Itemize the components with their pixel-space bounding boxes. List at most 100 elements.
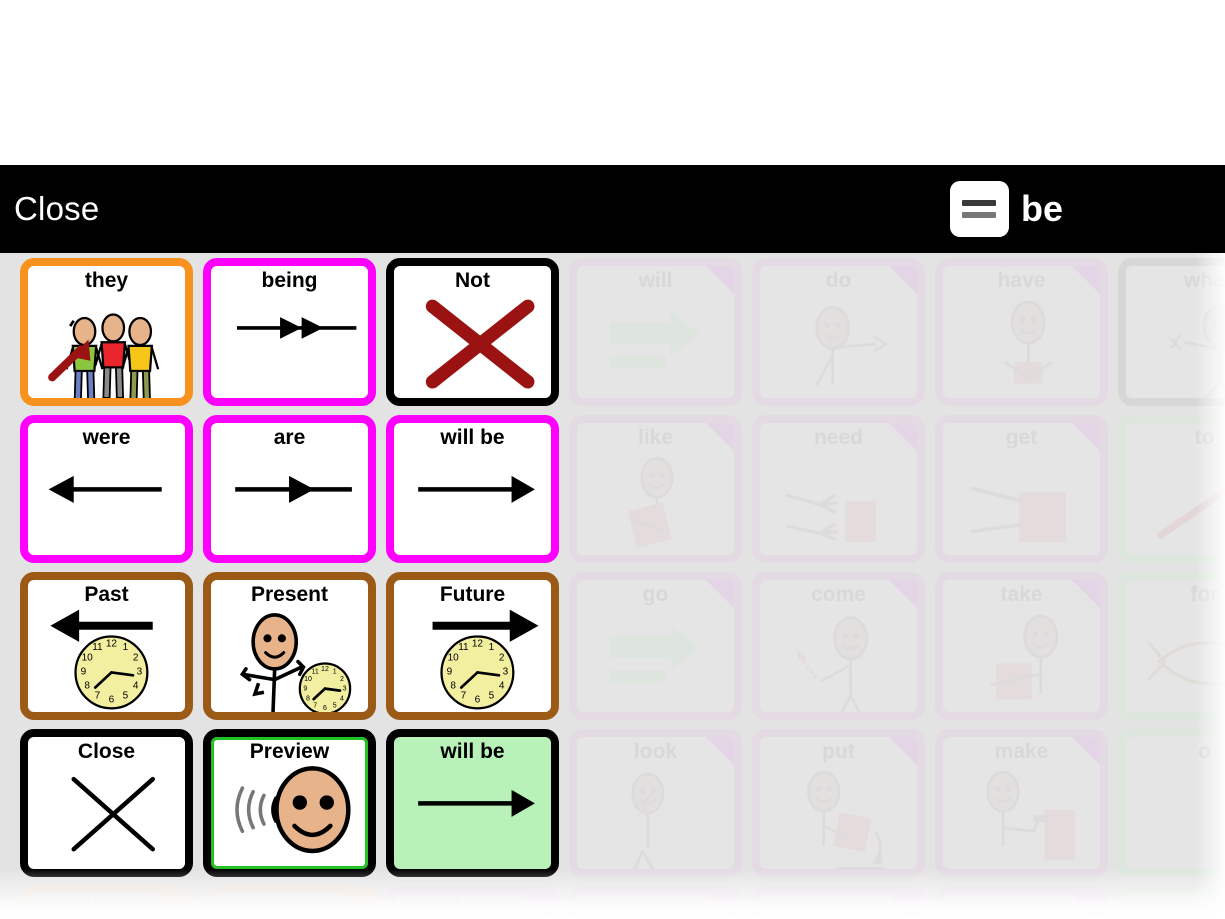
symbol-cell-for: for [1118,572,1225,720]
symbol-label: think [447,897,498,919]
symbol-label: they [84,897,129,919]
symbol-grid: they being Not will do have wha were are wil… [20,258,1225,919]
symbol-cell-put: put [752,729,925,877]
svg-text:8: 8 [306,695,310,702]
svg-text:10: 10 [448,652,460,663]
symbol-label: need [813,426,863,449]
folded-corner-icon [156,894,185,919]
svg-text:7: 7 [95,691,101,702]
symbol-pictogram-figure-taking [943,606,1100,712]
symbol-cell-will: will [569,258,742,406]
folded-corner-icon [888,580,917,609]
folded-corner-icon [888,266,917,295]
symbol-grid-area[interactable]: they being Not will do have wha were are wil… [0,253,1225,919]
symbol-label: to [1194,426,1215,449]
symbol-label: o [1198,740,1211,763]
symbol-cell-willbe1[interactable]: will be [386,415,559,563]
symbol-pictogram-diagonal-arrow [1126,449,1225,555]
symbol-label: Close [77,740,136,763]
symbol-label: will be [440,426,505,449]
symbol-pictogram-three-people-arrow [28,292,185,398]
folded-corner-icon [705,737,734,766]
svg-text:2: 2 [499,652,505,663]
folded-corner-icon [1071,894,1100,919]
symbol-label: look [633,740,678,763]
symbol-cell-were[interactable]: were [20,415,193,563]
symbol-label: go [642,583,669,606]
overlay-header: Close be [0,165,1225,253]
symbol-pictogram-arrow-mid-right [211,449,368,555]
svg-text:10: 10 [304,676,312,683]
symbol-pictogram-arrow-right [394,763,551,869]
svg-text:4: 4 [133,680,139,691]
symbol-label: say [820,897,857,919]
symbol-cell-look: look [569,729,742,877]
svg-text:1: 1 [489,642,495,653]
folded-corner-icon [339,894,368,919]
symbol-cell-are[interactable]: are [203,415,376,563]
svg-text:9: 9 [303,686,307,693]
symbol-label: come [811,583,866,606]
current-word-label: be [1020,188,1063,229]
symbol-cell-preview[interactable]: Preview [203,729,376,877]
close-label[interactable]: Close [14,190,99,228]
symbol-cell-need: need [752,415,925,563]
symbol-pictogram-fish [1126,606,1225,712]
svg-text:2: 2 [133,652,139,663]
symbol-cell-what: wha [1118,258,1225,406]
symbol-cell-they[interactable]: they [20,258,193,406]
folded-corner-icon [705,580,734,609]
symbol-label: do [825,269,852,292]
symbol-pictogram-none [1126,763,1225,869]
folded-corner-icon [705,266,734,295]
symbol-cell-of: o [1118,729,1225,877]
svg-text:5: 5 [333,703,337,710]
symbol-label: are [273,426,306,449]
symbol-cell-they2: they [20,886,193,919]
svg-text:12: 12 [321,666,329,673]
svg-text:7: 7 [313,703,317,710]
symbol-cell-present[interactable]: Present 1 2 3 4 5 6 7 8 9 10 11 12 [203,572,376,720]
svg-text:6: 6 [475,694,481,705]
svg-text:1: 1 [333,669,337,676]
symbol-label: will [638,269,673,292]
symbol-cell-know: know [569,886,742,919]
svg-text:3: 3 [137,666,143,677]
symbol-pictogram-figure-looking [577,763,734,869]
folded-corner-icon [1071,266,1100,295]
symbol-cell-have: have [935,258,1108,406]
svg-text:2: 2 [340,676,344,683]
text-lines-icon[interactable] [949,181,1009,237]
symbol-cell-willbe2[interactable]: will be [386,729,559,877]
symbol-label: Present [250,583,329,606]
symbol-pictogram-line-double-arrowheads [211,292,368,398]
symbol-cell-close[interactable]: Close [20,729,193,877]
symbol-cell-future[interactable]: Future 1 2 3 4 5 6 7 8 9 10 11 12 [386,572,559,720]
svg-text:11: 11 [312,669,319,676]
symbol-pictogram-arrow-left [28,449,185,555]
symbol-cell-not[interactable]: Not [386,258,559,406]
symbol-pictogram-figure-waving [1126,292,1225,398]
symbol-cell-take: take [935,572,1108,720]
svg-text:5: 5 [123,691,129,702]
symbol-pictogram-figure-with-clock: 1 2 3 4 5 6 7 8 9 10 11 12 [211,606,368,712]
folded-corner-icon [888,737,917,766]
folded-corner-icon [1071,423,1100,452]
symbol-label: Past [84,583,129,606]
svg-text:10: 10 [82,652,94,663]
symbol-cell-past[interactable]: Past 1 2 3 4 5 6 7 8 9 10 11 12 [20,572,193,720]
svg-text:11: 11 [458,642,469,653]
svg-text:8: 8 [450,680,456,691]
symbol-label: like [637,426,674,449]
symbol-pictogram-block-arrow-right [577,292,734,398]
symbol-cell-being[interactable]: being [203,258,376,406]
symbol-pictogram-figure-holding [943,292,1100,398]
symbol-pictogram-figure-putting [760,763,917,869]
svg-text:7: 7 [461,691,467,702]
svg-text:4: 4 [340,695,344,702]
symbol-pictogram-figure-getting [943,449,1100,555]
symbol-label: take [1000,583,1043,606]
symbol-label: will be [440,740,505,763]
symbol-label: get [1005,426,1038,449]
symbol-pictogram-thin-x [28,763,185,869]
